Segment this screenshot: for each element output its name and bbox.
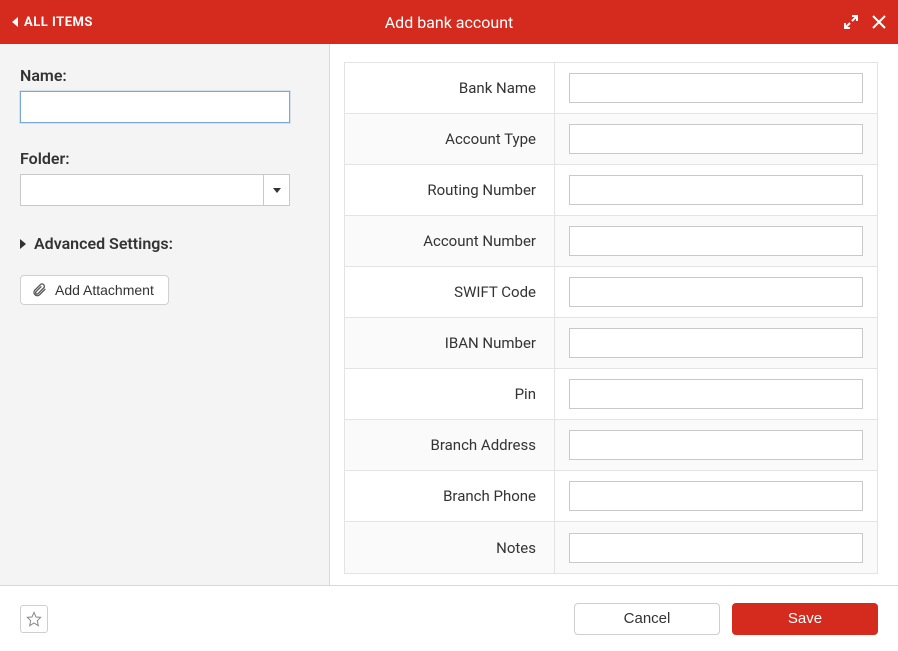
form-row-label: SWIFT Code <box>345 267 555 317</box>
form-row-input-cell <box>555 63 877 113</box>
form-row-input-cell <box>555 114 877 164</box>
expand-button[interactable] <box>844 15 858 29</box>
back-label: ALL ITEMS <box>24 15 93 30</box>
advanced-settings-toggle[interactable]: Advanced Settings: <box>20 234 309 253</box>
form-row-input-cell <box>555 522 877 573</box>
close-button[interactable] <box>872 15 886 29</box>
form-row: Routing Number <box>345 165 877 216</box>
add-attachment-button[interactable]: Add Attachment <box>20 275 169 305</box>
form-input[interactable] <box>569 481 863 511</box>
form-input[interactable] <box>569 533 863 563</box>
form-row-label: IBAN Number <box>345 318 555 368</box>
form-row-input-cell <box>555 216 877 266</box>
form-input[interactable] <box>569 430 863 460</box>
back-all-items-button[interactable]: ALL ITEMS <box>12 15 93 30</box>
right-panel[interactable]: Bank NameAccount TypeRouting NumberAccou… <box>330 44 898 585</box>
left-panel: Name: Folder: Advanced Settings: Add Att… <box>0 44 330 585</box>
form-row-label: Routing Number <box>345 165 555 215</box>
form-row: Account Number <box>345 216 877 267</box>
dialog-header: ALL ITEMS Add bank account <box>0 0 898 44</box>
chevron-left-icon <box>12 17 18 27</box>
form-row: SWIFT Code <box>345 267 877 318</box>
form-row-label: Bank Name <box>345 63 555 113</box>
form-row-input-cell <box>555 318 877 368</box>
close-icon <box>872 15 886 29</box>
folder-label: Folder: <box>20 149 309 168</box>
form-row-label: Notes <box>345 522 555 573</box>
form-fields-table: Bank NameAccount TypeRouting NumberAccou… <box>344 62 878 574</box>
form-row-input-cell <box>555 267 877 317</box>
header-actions <box>844 15 886 29</box>
form-row-input-cell <box>555 165 877 215</box>
form-row: Pin <box>345 369 877 420</box>
advanced-settings-label: Advanced Settings: <box>34 234 173 253</box>
form-row-label: Branch Phone <box>345 471 555 521</box>
form-row: Branch Phone <box>345 471 877 522</box>
form-row-label: Account Number <box>345 216 555 266</box>
form-row: Notes <box>345 522 877 573</box>
form-row: IBAN Number <box>345 318 877 369</box>
folder-value <box>21 175 263 205</box>
dialog-body: Name: Folder: Advanced Settings: Add Att… <box>0 44 898 586</box>
form-row-label: Account Type <box>345 114 555 164</box>
chevron-right-icon <box>20 239 26 249</box>
cancel-button[interactable]: Cancel <box>574 603 720 635</box>
dialog-footer: Cancel Save <box>0 586 898 651</box>
folder-field: Folder: <box>20 149 309 206</box>
name-label: Name: <box>20 66 309 85</box>
form-row-label: Pin <box>345 369 555 419</box>
form-input[interactable] <box>569 73 863 103</box>
form-input[interactable] <box>569 226 863 256</box>
form-row-label: Branch Address <box>345 420 555 470</box>
add-attachment-label: Add Attachment <box>55 282 154 298</box>
expand-icon <box>844 15 858 29</box>
form-row: Branch Address <box>345 420 877 471</box>
form-input[interactable] <box>569 277 863 307</box>
folder-select[interactable] <box>20 174 290 206</box>
star-icon <box>26 611 42 627</box>
footer-actions: Cancel Save <box>574 603 878 635</box>
form-row-input-cell <box>555 420 877 470</box>
form-row: Bank Name <box>345 63 877 114</box>
save-button[interactable]: Save <box>732 603 878 635</box>
form-input[interactable] <box>569 379 863 409</box>
form-input[interactable] <box>569 124 863 154</box>
favorite-button[interactable] <box>20 605 48 633</box>
folder-dropdown-button[interactable] <box>263 175 289 205</box>
name-input[interactable] <box>20 91 290 123</box>
form-row-input-cell <box>555 369 877 419</box>
form-row-input-cell <box>555 471 877 521</box>
dialog-title: Add bank account <box>0 13 898 32</box>
form-input[interactable] <box>569 328 863 358</box>
form-input[interactable] <box>569 175 863 205</box>
paperclip-icon <box>31 282 47 298</box>
form-row: Account Type <box>345 114 877 165</box>
chevron-down-icon <box>273 188 281 193</box>
